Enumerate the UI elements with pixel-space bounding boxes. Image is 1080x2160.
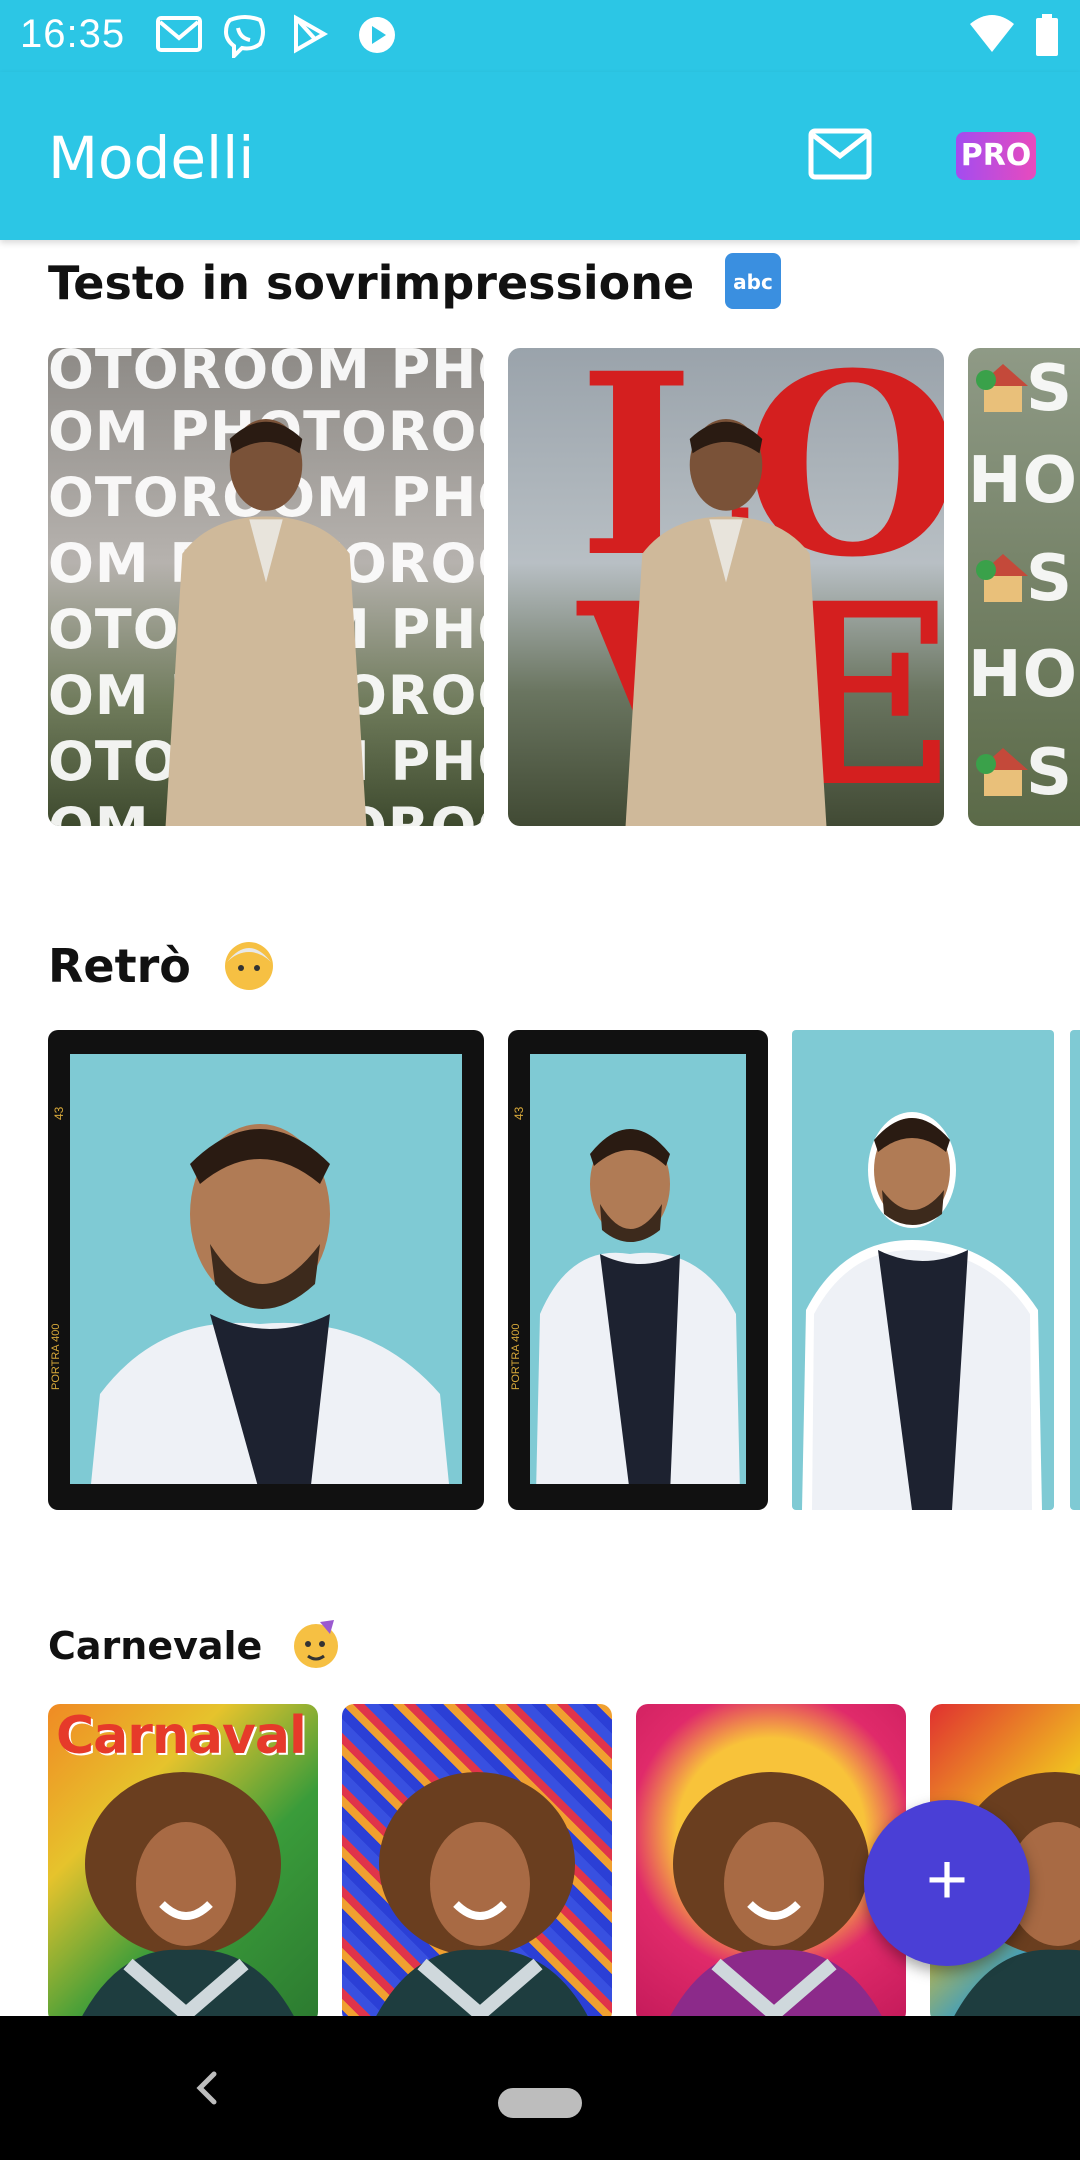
overlay-text-line: S (1026, 736, 1074, 810)
template-card-photoroom-text[interactable]: OTOROOM PHO OM PHOTOROO OTOROOM PHO OM P… (48, 348, 484, 826)
film-label: PORTRA 400 (510, 1323, 522, 1390)
party-face-icon (290, 1618, 342, 1679)
home-button[interactable] (498, 2088, 582, 2118)
template-card-love-text[interactable]: LO VE (508, 348, 944, 826)
status-bar: 16:35 (0, 0, 1080, 72)
plus-icon: + (925, 1840, 969, 1920)
status-time: 16:35 (20, 12, 126, 56)
mail-icon[interactable] (808, 128, 872, 180)
gmail-icon (156, 16, 202, 52)
house-icon (974, 742, 1034, 807)
add-button[interactable]: + (864, 1800, 1030, 1966)
template-card-carnival-carnaval[interactable]: Carnaval (48, 1704, 318, 2024)
overlay-text-line: S (1026, 352, 1074, 426)
abc-icon: abc (724, 252, 782, 321)
section-title-retro: Retrò (48, 936, 277, 1003)
page-title: Modelli (48, 124, 255, 192)
overlay-text-line: OTOROOM PHO (48, 348, 484, 401)
overlay-text-line: HOM (968, 444, 1080, 518)
svg-text:abc: abc (733, 270, 773, 294)
house-icon (974, 358, 1034, 431)
overlay-text-line: HOM (968, 638, 1080, 712)
template-card-retro-partial[interactable] (1070, 1030, 1080, 1510)
overlay-text-line: S (1026, 542, 1074, 616)
smiling-man-scarf-photo (536, 1129, 740, 1484)
man-in-suit-photo (625, 418, 827, 826)
retro-photo-area (530, 1054, 746, 1484)
viber-icon (223, 15, 265, 58)
man-in-suit-photo (165, 418, 367, 826)
wifi-icon (970, 15, 1014, 52)
section-title-label: Retrò (48, 939, 191, 993)
template-card-carnival-confetti[interactable] (342, 1704, 612, 2024)
back-icon[interactable] (192, 2068, 220, 2108)
curly-haired-woman-photo (666, 1772, 886, 2024)
smiling-man-scarf-photo (802, 1112, 1042, 1510)
section-title-label: Testo in sovrimpressione (48, 256, 695, 310)
old-person-icon (221, 936, 277, 1003)
film-frame-number: 43 (52, 1106, 66, 1120)
template-card-retro-film-wide[interactable]: 43 PORTRA 400 (48, 1030, 484, 1510)
template-card-retro-film-narrow[interactable]: 43 PORTRA 400 (508, 1030, 768, 1510)
template-card-home-text[interactable]: S HOM S HOM S (968, 348, 1080, 826)
film-frame-number: 43 (512, 1106, 526, 1120)
battery-icon (1036, 14, 1058, 56)
section-title-overlay-text: Testo in sovrimpressione abc (48, 252, 782, 321)
overlay-text-carnaval: Carnaval (56, 1706, 307, 1766)
film-label: PORTRA 400 (50, 1323, 62, 1390)
section-title-carnival: Carnevale (48, 1618, 342, 1679)
system-nav-bar (0, 2016, 1080, 2160)
play-music-icon (359, 17, 395, 53)
pro-badge-button[interactable]: PRO (956, 132, 1036, 180)
curly-haired-woman-photo (78, 1772, 298, 2024)
house-icon (974, 548, 1034, 613)
app-bar: Modelli PRO (0, 72, 1080, 240)
template-card-retro-sticker[interactable] (792, 1030, 1054, 1510)
retro-photo-area (70, 1054, 462, 1484)
smiling-man-scarf-photo (91, 1124, 449, 1484)
curly-haired-woman-photo (372, 1772, 592, 2024)
section-title-label: Carnevale (48, 1624, 263, 1668)
play-store-icon (294, 14, 329, 54)
